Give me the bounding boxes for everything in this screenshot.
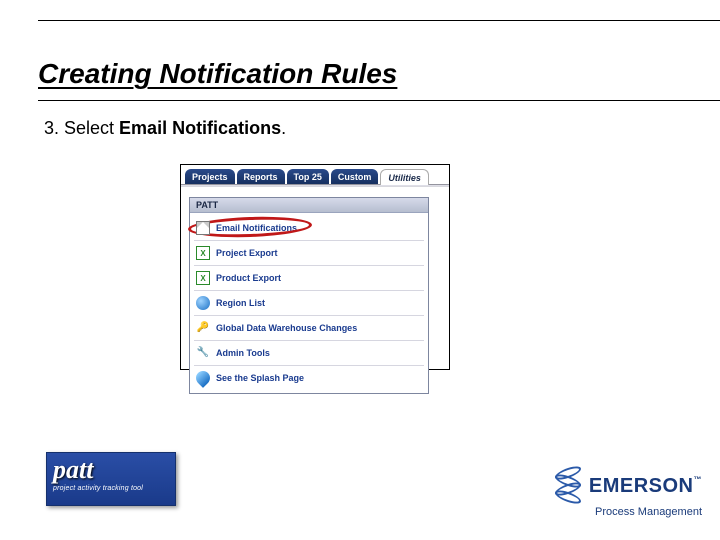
menu-item-label: Project Export bbox=[216, 248, 278, 258]
menu-item-region-list[interactable]: Region List bbox=[194, 294, 424, 312]
menu-item-label: Product Export bbox=[216, 273, 281, 283]
tab-projects[interactable]: Projects bbox=[185, 169, 235, 184]
tab-utilities[interactable]: Utilities bbox=[380, 169, 429, 185]
utilities-panel: PATT Email Notifications Project Export … bbox=[189, 197, 429, 394]
top-horizontal-rule bbox=[38, 20, 720, 21]
emerson-brand-text: EMERSON™ bbox=[589, 475, 702, 498]
menu-divider bbox=[194, 265, 424, 266]
menu-item-splash-page[interactable]: See the Splash Page bbox=[194, 369, 424, 387]
menu-item-label: Admin Tools bbox=[216, 348, 270, 358]
excel-icon bbox=[196, 271, 210, 285]
instruction-step-target: Email Notifications bbox=[119, 118, 281, 138]
menu-divider bbox=[194, 340, 424, 341]
patt-logo-tagline: project activity tracking tool bbox=[53, 485, 169, 492]
instruction-step-suffix: . bbox=[281, 118, 286, 138]
tab-reports[interactable]: Reports bbox=[237, 169, 285, 184]
excel-icon bbox=[196, 246, 210, 260]
page-title: Creating Notification Rules bbox=[38, 58, 397, 89]
menu-item-label: See the Splash Page bbox=[216, 373, 304, 383]
menu-item-label: Global Data Warehouse Changes bbox=[216, 323, 357, 333]
menu-item-gdw-changes[interactable]: Global Data Warehouse Changes bbox=[194, 319, 424, 337]
menu-item-label: Region List bbox=[216, 298, 265, 308]
emerson-subline: Process Management bbox=[555, 506, 702, 518]
title-underline-rule bbox=[38, 100, 720, 101]
instruction-step-prefix: 3. Select bbox=[44, 118, 119, 138]
trademark-symbol: ™ bbox=[694, 475, 703, 484]
menu-item-product-export[interactable]: Product Export bbox=[194, 269, 424, 287]
menu-divider bbox=[194, 365, 424, 366]
wrench-icon bbox=[196, 346, 210, 360]
utilities-panel-header: PATT bbox=[190, 198, 428, 213]
menu-divider bbox=[194, 240, 424, 241]
utilities-menu: Email Notifications Project Export Produ… bbox=[190, 213, 428, 393]
panel-area: PATT Email Notifications Project Export … bbox=[181, 187, 449, 402]
menu-item-project-export[interactable]: Project Export bbox=[194, 244, 424, 262]
droplet-icon bbox=[193, 368, 213, 388]
mail-icon bbox=[196, 221, 210, 235]
menu-item-label: Email Notifications bbox=[216, 223, 297, 233]
menu-divider bbox=[194, 315, 424, 316]
globe-icon bbox=[196, 296, 210, 310]
instruction-step: 3. Select Email Notifications. bbox=[44, 118, 286, 139]
menu-item-admin-tools[interactable]: Admin Tools bbox=[194, 344, 424, 362]
app-screenshot: Projects Reports Top 25 Custom Utilities… bbox=[180, 164, 450, 370]
emerson-logo: EMERSON™ Process Management bbox=[555, 468, 702, 518]
emerson-helix-icon bbox=[555, 468, 581, 504]
tab-custom[interactable]: Custom bbox=[331, 169, 379, 184]
emerson-brand-word: EMERSON bbox=[589, 475, 694, 497]
tab-bar: Projects Reports Top 25 Custom Utilities bbox=[181, 165, 449, 184]
patt-logo: patt project activity tracking tool bbox=[46, 452, 176, 506]
key-icon bbox=[196, 321, 210, 335]
menu-item-email-notifications[interactable]: Email Notifications bbox=[194, 219, 424, 237]
page-title-wrap: Creating Notification Rules bbox=[38, 58, 397, 90]
patt-logo-text: patt bbox=[53, 457, 169, 483]
menu-divider bbox=[194, 290, 424, 291]
tab-top25[interactable]: Top 25 bbox=[287, 169, 329, 184]
